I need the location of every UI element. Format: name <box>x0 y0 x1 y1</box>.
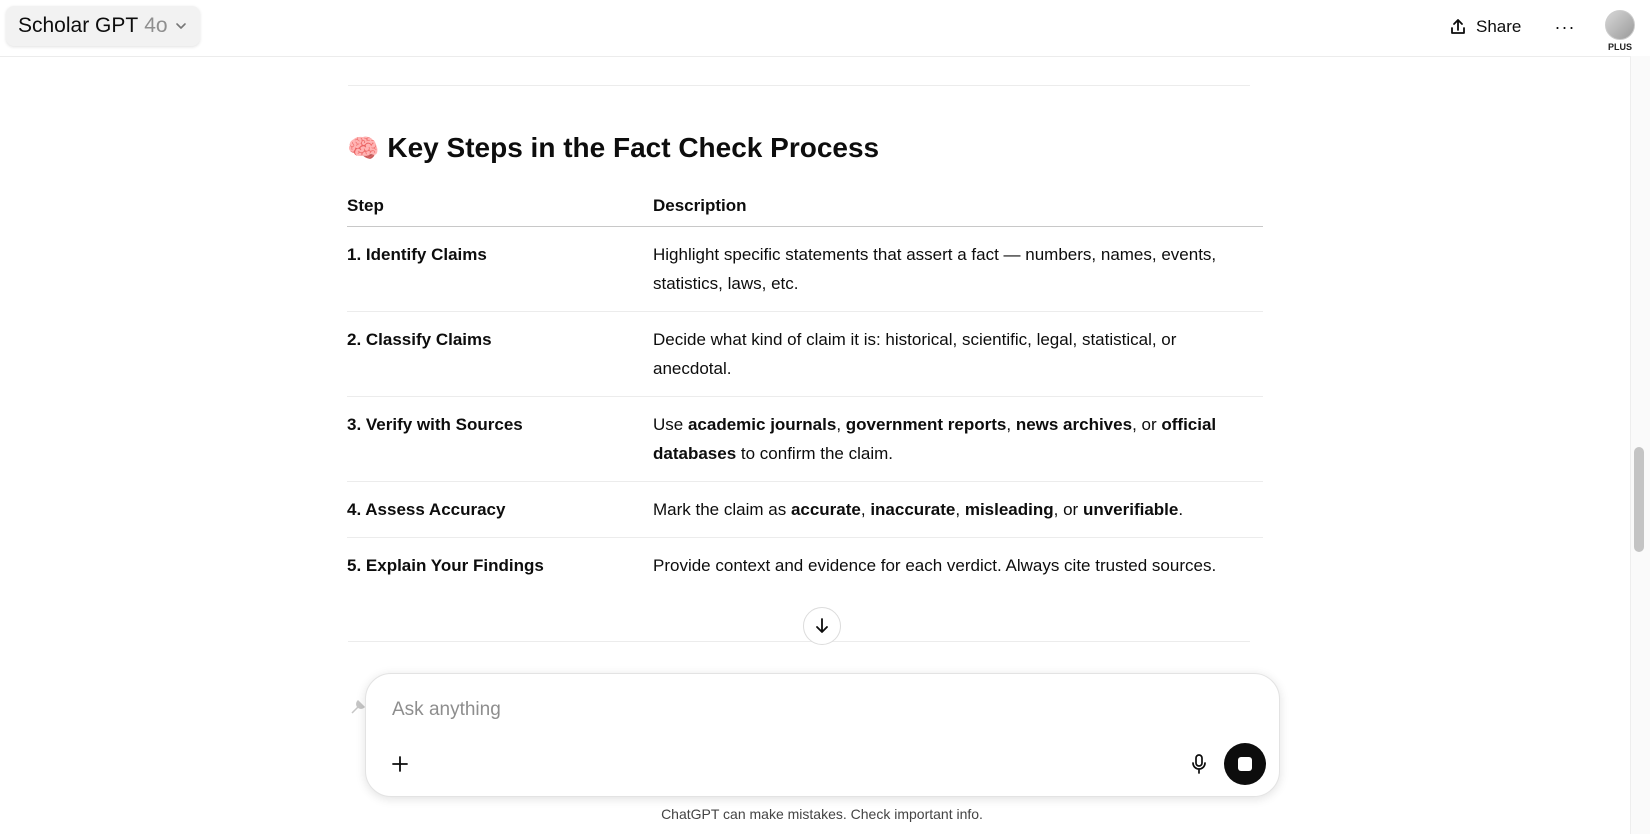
microphone-icon <box>1192 754 1206 774</box>
column-header-description: Description <box>653 188 1263 227</box>
description-cell: Highlight specific statements that asser… <box>653 226 1263 312</box>
voice-input-button[interactable] <box>1184 749 1214 779</box>
description-cell: Decide what kind of claim it is: histori… <box>653 311 1263 397</box>
description-text: , <box>836 415 846 434</box>
description-text: Use <box>653 415 688 434</box>
table-row: 5. Explain Your Findings Provide context… <box>347 538 1263 594</box>
emphasis-text: government reports <box>845 415 1007 434</box>
brain-emoji-icon: 🧠 <box>347 132 380 163</box>
description-text: , or <box>1053 500 1083 519</box>
scrollbar-track[interactable] <box>1630 56 1650 834</box>
user-avatar-button[interactable]: PLUS <box>1600 10 1640 54</box>
model-version: 4o <box>144 14 168 37</box>
stop-icon <box>1238 757 1252 771</box>
emphasis-text: news archives <box>1015 415 1133 434</box>
description-text: , <box>860 500 871 519</box>
step-cell: 2. Classify Claims <box>347 311 653 397</box>
emphasis-text: accurate <box>790 500 861 519</box>
table-header-row: Step Description <box>347 188 1263 227</box>
step-cell: 1. Identify Claims <box>347 226 653 312</box>
description-text: Mark the claim as <box>653 500 791 519</box>
model-selector-button[interactable]: Scholar GPT 4o <box>6 6 200 46</box>
emphasis-text: unverifiable <box>1082 500 1179 519</box>
step-cell: 3. Verify with Sources <box>347 396 653 482</box>
message-composer <box>365 673 1280 797</box>
share-upload-icon <box>1451 19 1465 34</box>
plus-icon <box>392 756 408 772</box>
prompt-input[interactable] <box>390 694 1174 726</box>
column-header-step: Step <box>347 188 653 227</box>
table-row: 1. Identify Claims Highlight specific st… <box>347 226 1263 312</box>
description-text: . <box>1178 500 1184 519</box>
description-cell: Mark the claim as accurate, inaccurate , … <box>653 481 1263 538</box>
model-name: Scholar GPT <box>18 14 139 37</box>
add-attachment-button[interactable] <box>384 748 416 780</box>
arrow-down-icon <box>816 618 828 633</box>
description-text: Highlight specific statements that asser… <box>653 245 1217 293</box>
description-text: , <box>955 500 965 519</box>
section-heading: 🧠 Key Steps in the Fact Check Process <box>347 132 879 164</box>
message-divider <box>348 641 1250 642</box>
step-cell: 4. Assess Accuracy <box>347 481 653 538</box>
emphasis-text: misleading <box>964 500 1054 519</box>
description-text: Provide context and evidence for each ve… <box>653 556 1217 575</box>
plan-badge: PLUS <box>1607 42 1632 52</box>
scroll-to-bottom-button[interactable] <box>803 607 841 645</box>
share-label: Share <box>1476 17 1522 36</box>
description-text: Decide what kind of claim it is: histori… <box>653 330 1177 378</box>
table-row: 3. Verify with Sources Use academic jour… <box>347 396 1263 482</box>
more-dots-icon: ··· <box>1554 16 1576 37</box>
description-text: , or <box>1132 415 1162 434</box>
section-title: Key Steps in the Fact Check Process <box>387 132 880 163</box>
more-options-button[interactable]: ··· <box>1550 14 1580 40</box>
avatar <box>1605 10 1635 40</box>
description-text: to confirm the claim. <box>736 444 893 463</box>
message-divider <box>348 85 1250 86</box>
emphasis-text: academic journals <box>687 415 837 434</box>
stop-generating-button[interactable] <box>1224 743 1266 785</box>
chevron-down-icon <box>175 23 186 29</box>
top-bar: Scholar GPT 4o Share ··· PLUS <box>0 0 1650 57</box>
fact-check-steps-table: Step Description 1. Identify Claims High… <box>347 188 1263 593</box>
emphasis-text: inaccurate <box>870 500 956 519</box>
disclaimer-text: ChatGPT can make mistakes. Check importa… <box>661 806 983 822</box>
step-cell: 5. Explain Your Findings <box>347 556 544 575</box>
scrollbar-thumb[interactable] <box>1634 447 1644 552</box>
description-text: , <box>1006 415 1016 434</box>
share-button[interactable]: Share <box>1448 12 1521 42</box>
description-cell: Use academic journals, government report… <box>653 396 1263 482</box>
description-cell: Provide context and evidence for each ve… <box>653 538 1263 594</box>
table-row: 4. Assess Accuracy Mark the claim as acc… <box>347 481 1263 538</box>
table-row: 2. Classify Claims Decide what kind of c… <box>347 311 1263 397</box>
